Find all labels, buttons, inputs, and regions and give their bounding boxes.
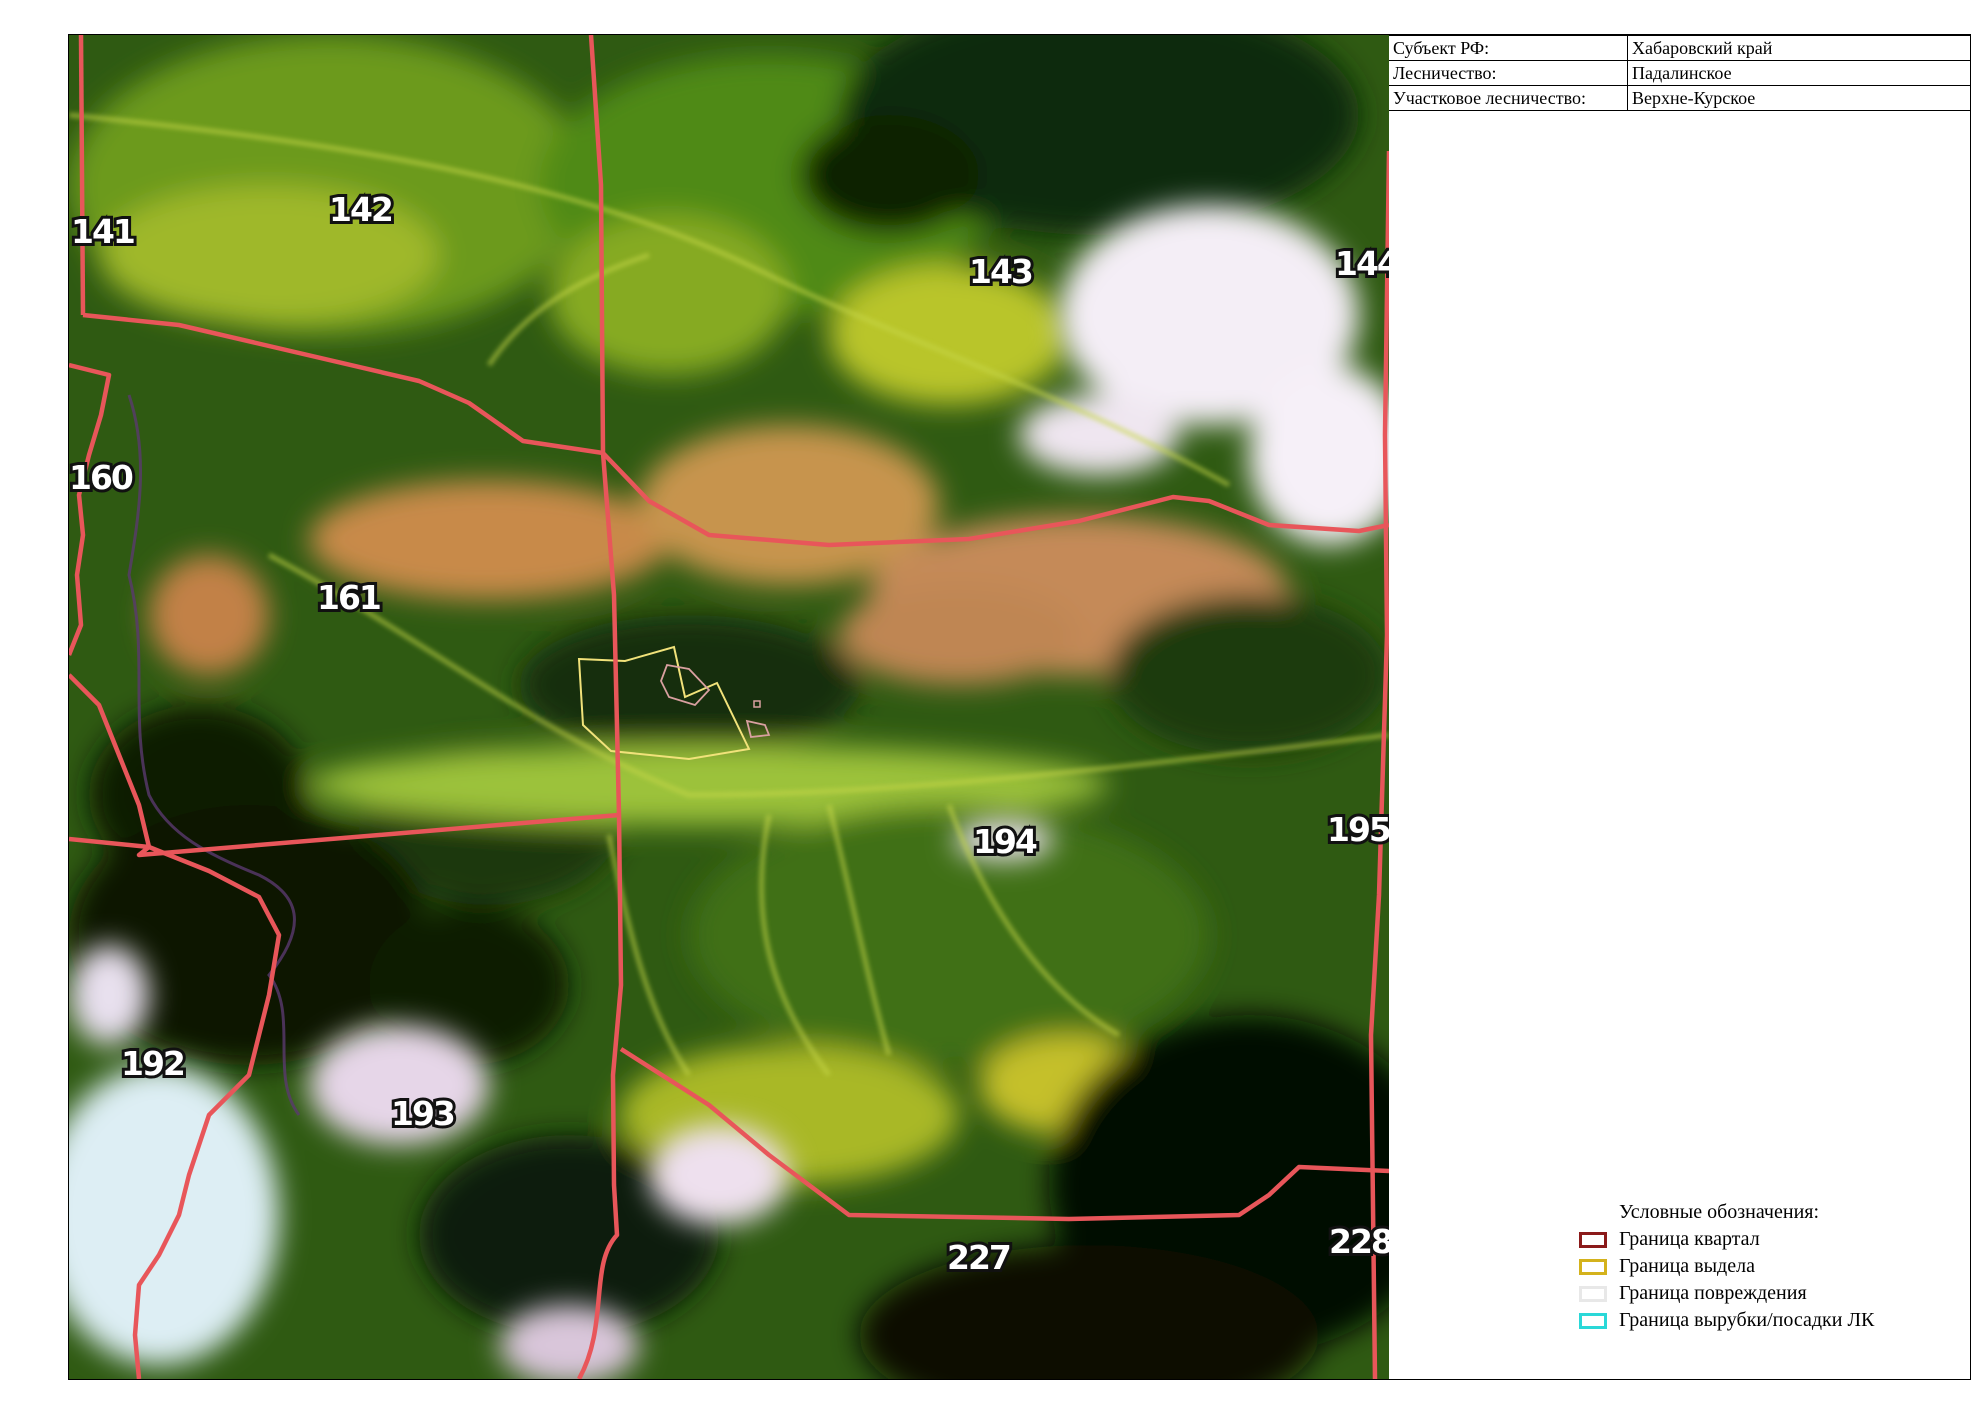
legend-label: Граница вырубки/посадки ЛК [1619, 1309, 1875, 1331]
map-legend: Условные обозначения: Граница квартал Гр… [1579, 1198, 1874, 1334]
quarter-label: 228 [1329, 1222, 1389, 1261]
forestry-label: Лесничество: [1389, 60, 1628, 86]
parcel-boundary-swatch [1579, 1258, 1607, 1275]
legend-label: Граница повреждения [1619, 1282, 1807, 1304]
info-row-district: Участковое лесничество: Верхне-Курское [1389, 85, 1970, 111]
map-canvas[interactable]: 141 142 143 144 160 161 192 193 194 195 … [69, 35, 1389, 1379]
quarter-boundary-swatch [1579, 1231, 1607, 1248]
quarter-boundary-line[interactable] [78, 35, 86, 316]
legend-item-clearing: Граница вырубки/посадки ЛК [1579, 1307, 1874, 1334]
quarter-label: 161 [317, 578, 380, 617]
legend-label: Граница квартал [1619, 1228, 1760, 1250]
legend-title: Условные обозначения: [1619, 1201, 1820, 1223]
info-row-forestry: Лесничество: Падалинское [1389, 60, 1970, 86]
subject-label: Субъект РФ: [1389, 35, 1628, 61]
quarter-label: 192 [121, 1044, 184, 1083]
quarter-label: 142 [329, 190, 392, 229]
satellite-map[interactable]: 141 142 143 144 160 161 192 193 194 195 … [68, 34, 1390, 1380]
subject-value: Хабаровский край [1627, 35, 1970, 61]
quarter-label: 141 [71, 212, 134, 251]
legend-item-damage: Граница повреждения [1579, 1280, 1874, 1307]
quarter-label: 144 [1335, 244, 1389, 283]
info-table: Субъект РФ: Хабаровский край Лесничество… [1389, 35, 1970, 111]
quarter-label: 195 [1327, 810, 1389, 849]
quarter-label: 160 [69, 458, 133, 497]
quarter-label: 194 [973, 822, 1037, 861]
legend-label: Граница выдела [1619, 1255, 1755, 1277]
forestry-value: Падалинское [1627, 60, 1970, 86]
quarter-label: 227 [947, 1238, 1010, 1277]
district-label: Участковое лесничество: [1389, 85, 1628, 111]
damage-boundary-swatch [1579, 1285, 1607, 1302]
legend-item-quarter: Граница квартал [1579, 1226, 1874, 1253]
legend-item-parcel: Граница выдела [1579, 1253, 1874, 1280]
quarter-label: 143 [969, 252, 1032, 291]
info-panel: Субъект РФ: Хабаровский край Лесничество… [1389, 34, 1971, 1380]
clearing-boundary-swatch [1579, 1312, 1607, 1329]
quarter-label: 193 [391, 1094, 454, 1133]
map-sheet: 141 142 143 144 160 161 192 193 194 195 … [0, 0, 1987, 1405]
district-value: Верхне-Курское [1627, 85, 1970, 111]
info-row-subject: Субъект РФ: Хабаровский край [1389, 35, 1970, 61]
